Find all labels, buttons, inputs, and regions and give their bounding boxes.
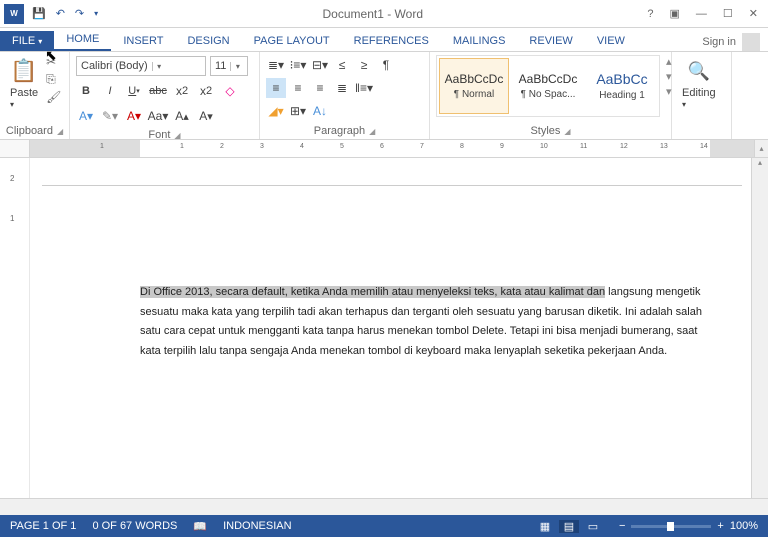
- text-effects-icon[interactable]: A▾: [76, 106, 96, 126]
- page-count[interactable]: PAGE 1 OF 1: [10, 520, 76, 532]
- tab-view[interactable]: VIEW: [585, 31, 637, 51]
- line-spacing-icon[interactable]: ‖≡▾: [354, 78, 374, 98]
- paste-icon: 📋: [10, 57, 38, 85]
- style-normal[interactable]: AaBbCcDc ¶ Normal: [439, 58, 509, 114]
- tab-file[interactable]: FILE ▾: [0, 31, 54, 51]
- align-center-icon[interactable]: ≡: [288, 78, 308, 98]
- gallery-more-icon[interactable]: ▾: [666, 85, 672, 98]
- dialog-launcher-icon[interactable]: ◢: [564, 127, 570, 136]
- shrink-font-icon[interactable]: A▾: [196, 106, 216, 126]
- minimize-icon[interactable]: —: [696, 8, 707, 20]
- format-painter-icon[interactable]: 🖌: [46, 90, 61, 104]
- help-icon[interactable]: ?: [647, 8, 653, 20]
- paste-button[interactable]: 📋 Paste▾: [6, 55, 42, 112]
- horizontal-ruler[interactable]: 1 1234567891011121314: [30, 140, 754, 157]
- gallery-up-icon[interactable]: ▴: [666, 55, 672, 68]
- undo-icon[interactable]: ↶: [56, 7, 65, 20]
- bold-button[interactable]: B: [76, 81, 96, 101]
- vertical-ruler[interactable]: 2 1: [0, 158, 30, 498]
- tab-references[interactable]: REFERENCES: [342, 31, 441, 51]
- tab-mailings[interactable]: MAILINGS: [441, 31, 518, 51]
- gallery-down-icon[interactable]: ▾: [666, 70, 672, 83]
- superscript-button[interactable]: x2: [196, 81, 216, 101]
- tab-insert[interactable]: INSERT: [111, 31, 175, 51]
- tab-page-layout[interactable]: PAGE LAYOUT: [242, 31, 342, 51]
- ruler-corner: [0, 140, 30, 157]
- style-no-spacing[interactable]: AaBbCcDc ¶ No Spac...: [513, 58, 583, 114]
- document-page[interactable]: Di Office 2013, secara default, ketika A…: [42, 170, 742, 400]
- style-heading-1[interactable]: AaBbCc Heading 1: [587, 58, 657, 114]
- dialog-launcher-icon[interactable]: ◢: [369, 127, 375, 136]
- tab-home[interactable]: HOME: [54, 29, 111, 51]
- sign-in-link[interactable]: Sign in: [702, 36, 736, 48]
- spellcheck-icon[interactable]: 📖: [193, 520, 207, 533]
- ribbon-options-icon[interactable]: ▣: [670, 7, 680, 20]
- font-name-combo[interactable]: Calibri (Body)▾: [76, 56, 206, 76]
- maximize-icon[interactable]: ☐: [723, 7, 733, 20]
- justify-icon[interactable]: ≣: [332, 78, 352, 98]
- avatar-icon[interactable]: [742, 33, 760, 51]
- redo-icon[interactable]: ↷: [75, 7, 84, 20]
- zoom-out-button[interactable]: −: [619, 520, 625, 532]
- save-icon[interactable]: 💾: [32, 7, 46, 20]
- font-size-combo[interactable]: 11▾: [210, 56, 248, 76]
- underline-button[interactable]: U ▾: [124, 81, 144, 101]
- read-mode-icon[interactable]: ▦: [535, 520, 555, 533]
- clear-formatting-icon[interactable]: ◇: [220, 81, 240, 101]
- sort-icon[interactable]: A↓: [310, 101, 330, 121]
- find-icon: 🔍: [685, 57, 713, 85]
- word-app-icon[interactable]: W: [4, 4, 24, 24]
- italic-button[interactable]: I: [100, 81, 120, 101]
- borders-icon[interactable]: ⊞▾: [288, 101, 308, 121]
- close-icon[interactable]: ✕: [749, 7, 758, 20]
- bullets-icon[interactable]: ≣▾: [266, 55, 286, 75]
- selected-text[interactable]: Di Office 2013, secara default, ketika A…: [140, 286, 605, 298]
- vertical-scrollbar[interactable]: ▴: [751, 158, 768, 498]
- highlight-icon[interactable]: ✎▾: [100, 106, 120, 126]
- dialog-launcher-icon[interactable]: ◢: [174, 131, 180, 140]
- ruler-splitter[interactable]: ▴: [754, 140, 768, 157]
- window-title: Document1 - Word: [98, 7, 647, 21]
- zoom-in-button[interactable]: +: [717, 520, 723, 532]
- horizontal-scrollbar[interactable]: [0, 498, 768, 515]
- editing-button[interactable]: 🔍 Editing▾: [678, 55, 720, 112]
- zoom-level[interactable]: 100%: [730, 520, 758, 532]
- change-case-button[interactable]: Aa▾: [148, 106, 168, 126]
- tab-design[interactable]: DESIGN: [175, 31, 241, 51]
- decrease-indent-icon[interactable]: ≤: [332, 55, 352, 75]
- copy-icon[interactable]: ⎘: [46, 72, 61, 87]
- web-layout-icon[interactable]: ▭: [583, 520, 603, 533]
- show-marks-icon[interactable]: ¶: [376, 55, 396, 75]
- word-count[interactable]: 0 OF 67 WORDS: [92, 520, 177, 532]
- styles-gallery[interactable]: AaBbCcDc ¶ Normal AaBbCcDc ¶ No Spac... …: [436, 55, 660, 117]
- numbering-icon[interactable]: ⁝≡▾: [288, 55, 308, 75]
- cut-icon[interactable]: ✂: [46, 55, 61, 69]
- align-left-icon[interactable]: ≡: [266, 78, 286, 98]
- dialog-launcher-icon[interactable]: ◢: [57, 127, 63, 136]
- shading-icon[interactable]: ◢▾: [266, 101, 286, 121]
- grow-font-icon[interactable]: A▴: [172, 106, 192, 126]
- subscript-button[interactable]: x2: [172, 81, 192, 101]
- strikethrough-button[interactable]: abc: [148, 81, 168, 101]
- print-layout-icon[interactable]: ▤: [559, 520, 579, 533]
- language-status[interactable]: INDONESIAN: [223, 520, 291, 532]
- increase-indent-icon[interactable]: ≥: [354, 55, 374, 75]
- align-right-icon[interactable]: ≡: [310, 78, 330, 98]
- font-color-icon[interactable]: A▾: [124, 106, 144, 126]
- tab-review[interactable]: REVIEW: [517, 31, 584, 51]
- multilevel-list-icon[interactable]: ⊟▾: [310, 55, 330, 75]
